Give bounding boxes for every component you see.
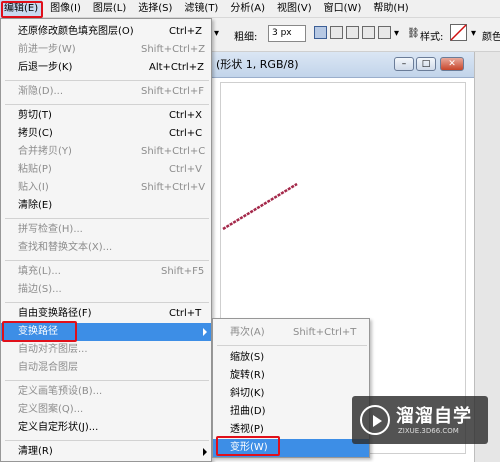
- menu-item-fill[interactable]: 填充(L)... Shift+F5: [1, 263, 211, 281]
- watermark: 溜溜自学 ZIXUE.3D66.COM: [352, 396, 488, 444]
- link-icon[interactable]: ⛓: [407, 28, 420, 39]
- menu-edit[interactable]: 编辑(E): [0, 0, 43, 18]
- menu-separator: [5, 440, 209, 441]
- menu-separator: [217, 345, 367, 346]
- menu-item-paste[interactable]: 粘贴(P) Ctrl+V: [1, 161, 211, 179]
- submenu-item-again[interactable]: 再次(A) Shift+Ctrl+T: [213, 324, 369, 342]
- menu-filter[interactable]: 滤镜(T): [180, 0, 222, 18]
- align-shape-icon[interactable]: [378, 26, 391, 39]
- menu-item-free-transform-path[interactable]: 自由变换路径(F) Ctrl+T: [1, 305, 211, 323]
- combine-shape-icon[interactable]: [314, 26, 327, 39]
- edit-menu-dropdown: 还原修改颜色填充图层(O) Ctrl+Z 前进一步(W) Shift+Ctrl+Z …: [0, 18, 212, 462]
- submenu-item-distort[interactable]: 扭曲(D): [213, 403, 369, 421]
- menu-item-fade[interactable]: 渐隐(D)... Shift+Ctrl+F: [1, 83, 211, 101]
- menu-separator: [5, 104, 209, 105]
- menu-item-define-brush[interactable]: 定义画笔预设(B)...: [1, 383, 211, 401]
- menu-item-undo[interactable]: 还原修改颜色填充图层(O) Ctrl+Z: [1, 23, 211, 41]
- weight-input[interactable]: 3 px: [268, 25, 306, 42]
- menu-item-step-backward[interactable]: 后退一步(K) Alt+Ctrl+Z: [1, 59, 211, 77]
- no-style-swatch-icon[interactable]: [450, 24, 468, 42]
- menu-item-transform-path[interactable]: 变换路径: [1, 323, 211, 341]
- subtract-shape-icon[interactable]: [330, 26, 343, 39]
- document-title: (形状 1, RGB/8): [216, 58, 299, 71]
- menu-select[interactable]: 选择(S): [134, 0, 176, 18]
- play-logo-icon: [360, 405, 390, 435]
- menu-item-define-custom-shape[interactable]: 定义自定形状(J)...: [1, 419, 211, 437]
- style-label: 样式:: [420, 32, 444, 43]
- exclude-shape-icon[interactable]: [362, 26, 375, 39]
- menu-item-auto-blend-layers[interactable]: 自动混合图层: [1, 359, 211, 377]
- close-icon[interactable]: ✕: [440, 57, 464, 71]
- menu-analysis[interactable]: 分析(A): [226, 0, 269, 18]
- menu-item-paste-into[interactable]: 贴入(I) Shift+Ctrl+V: [1, 179, 211, 197]
- menu-window[interactable]: 窗口(W): [320, 0, 366, 18]
- menu-separator: [5, 380, 209, 381]
- menu-separator: [5, 260, 209, 261]
- watermark-brand: 溜溜自学: [396, 406, 472, 427]
- menu-item-purge[interactable]: 清理(R): [1, 443, 211, 461]
- menu-item-auto-align-layers[interactable]: 自动对齐图层...: [1, 341, 211, 359]
- submenu-item-warp[interactable]: 变形(W): [213, 439, 369, 457]
- document-title-bar[interactable]: (形状 1, RGB/8) – □ ✕: [212, 52, 474, 78]
- transform-path-submenu: 再次(A) Shift+Ctrl+T 缩放(S) 旋转(R) 斜切(K) 扭曲(D…: [212, 318, 370, 458]
- menu-item-copy-merged[interactable]: 合并拷贝(Y) Shift+Ctrl+C: [1, 143, 211, 161]
- options-bar: ▾ 粗细: 3 px ▾ ⛓ 样式: ▾ 颜色:: [212, 18, 500, 52]
- submenu-item-skew[interactable]: 斜切(K): [213, 385, 369, 403]
- menu-bar: 编辑(E) 图像(I) 图层(L) 选择(S) 滤镜(T) 分析(A) 视图(V…: [0, 0, 500, 18]
- menu-item-copy[interactable]: 拷贝(C) Ctrl+C: [1, 125, 211, 143]
- minimize-icon[interactable]: –: [394, 57, 414, 71]
- style-dropdown-icon[interactable]: ▾: [471, 28, 476, 39]
- submenu-item-perspective[interactable]: 透视(P): [213, 421, 369, 439]
- chevron-down-icon[interactable]: ▾: [394, 28, 399, 39]
- menu-item-define-pattern[interactable]: 定义图案(Q)...: [1, 401, 211, 419]
- menu-separator: [5, 218, 209, 219]
- menu-layer[interactable]: 图层(L): [89, 0, 130, 18]
- maximize-icon[interactable]: □: [416, 57, 436, 71]
- color-label: 颜色:: [482, 32, 500, 43]
- submenu-arrow-icon: [203, 448, 207, 456]
- submenu-item-scale[interactable]: 缩放(S): [213, 349, 369, 367]
- menu-separator: [5, 80, 209, 81]
- dropdown-arrow-icon[interactable]: ▾: [214, 28, 219, 39]
- menu-item-spell-check[interactable]: 拼写检查(H)...: [1, 221, 211, 239]
- submenu-item-rotate[interactable]: 旋转(R): [213, 367, 369, 385]
- menu-view[interactable]: 视图(V): [273, 0, 316, 18]
- menu-separator: [5, 302, 209, 303]
- menu-item-find-replace[interactable]: 查找和替换文本(X)...: [1, 239, 211, 257]
- intersect-shape-icon[interactable]: [346, 26, 359, 39]
- submenu-arrow-icon: [203, 328, 207, 336]
- menu-image[interactable]: 图像(I): [46, 0, 85, 18]
- weight-label: 粗细:: [234, 32, 258, 43]
- menu-item-stroke[interactable]: 描边(S)...: [1, 281, 211, 299]
- menu-item-cut[interactable]: 剪切(T) Ctrl+X: [1, 107, 211, 125]
- menu-item-step-forward[interactable]: 前进一步(W) Shift+Ctrl+Z: [1, 41, 211, 59]
- watermark-url: ZIXUE.3D66.COM: [398, 427, 459, 435]
- menu-help[interactable]: 帮助(H): [369, 0, 412, 18]
- menu-item-clear[interactable]: 清除(E): [1, 197, 211, 215]
